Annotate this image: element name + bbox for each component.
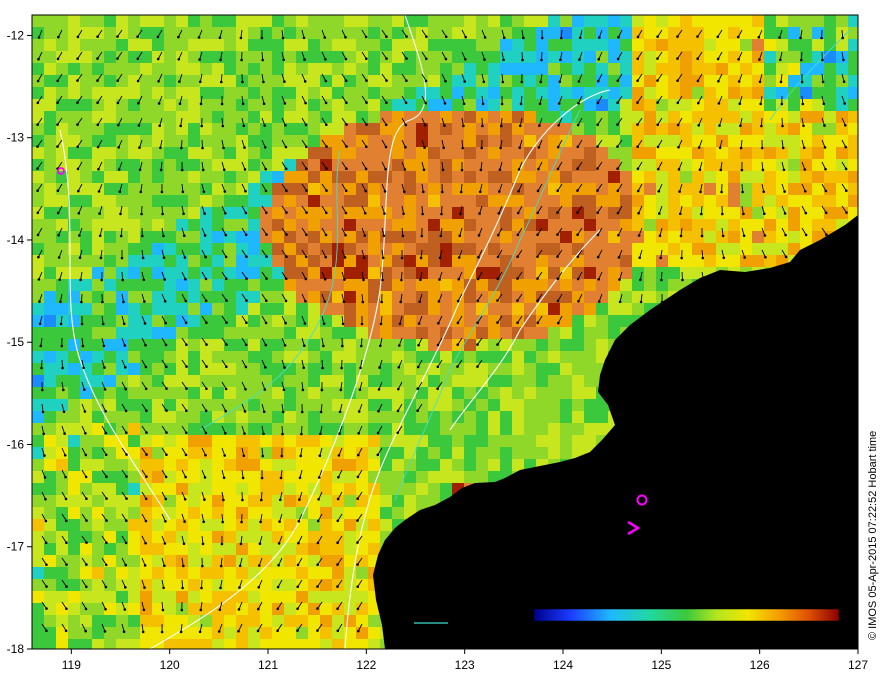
colorbar — [533, 608, 840, 622]
longitude-tick-label: 121 — [258, 658, 278, 672]
longitude-axis: 119 120 121 122 123 124 125 126 127 — [62, 649, 868, 672]
drifter-legend-label: drifter — [648, 519, 679, 533]
longitude-tick-label: 126 — [750, 658, 770, 672]
colorbar-tick-label: 29 — [654, 629, 668, 643]
latitude-tick-label: -13 — [7, 131, 25, 145]
latitude-tick-label: -17 — [7, 540, 25, 554]
latitude-tick-label: -18 — [7, 642, 25, 656]
time-label: 05:24Z — [760, 349, 801, 364]
altimetry-line: 0.5m/s (1kt 24h) — [740, 443, 827, 457]
colorbar-tick-label: 31 — [781, 629, 795, 643]
latitude-tick-label: -14 — [7, 233, 25, 247]
longitude-tick-label: 124 — [553, 658, 573, 672]
colorbar-title: Temperature (°C) NOAA18_L3U 56% ql>=2 — [558, 589, 798, 603]
colorbar-tick-label: 28 — [591, 629, 605, 643]
argo-legend-label: Argo — [655, 483, 681, 497]
longitude-tick-label: 125 — [651, 658, 671, 672]
sst-map: 119 120 121 122 123 124 125 126 127 -12 -13 -14 -15… — [7, 14, 879, 672]
bathymetry-legend-label: 200 1000m — [414, 605, 474, 619]
date-label: 23-Apr-2009 — [744, 334, 816, 349]
colorbar-tick-label: 27 — [527, 629, 541, 643]
latitude-axis: -12 -13 -14 -15 -16 -17 -18 — [7, 28, 32, 656]
longitude-tick-label: 122 — [356, 658, 376, 672]
longitude-tick-label: 123 — [455, 658, 475, 672]
latitude-tick-label: -12 — [7, 28, 25, 42]
altimetry-line: Altimetric sealevel — [740, 385, 837, 399]
plot-area — [32, 15, 858, 649]
altimetry-line: (0.1m contours) — [740, 401, 824, 415]
longitude-tick-label: 127 — [848, 658, 868, 672]
longitude-tick-label: 119 — [62, 658, 81, 672]
credit-label: © IMOS 05-Apr-2015 07:22:52 Hobart time — [867, 431, 879, 640]
latitude-tick-label: -15 — [7, 335, 25, 349]
altimetry-line: 23-Apr 05Z — [740, 430, 800, 444]
colorbar-tick-label: 30 — [718, 629, 732, 643]
latitude-tick-label: -16 — [7, 437, 25, 451]
altimetry-line: and velocity for — [740, 417, 821, 431]
longitude-tick-label: 120 — [160, 658, 180, 672]
